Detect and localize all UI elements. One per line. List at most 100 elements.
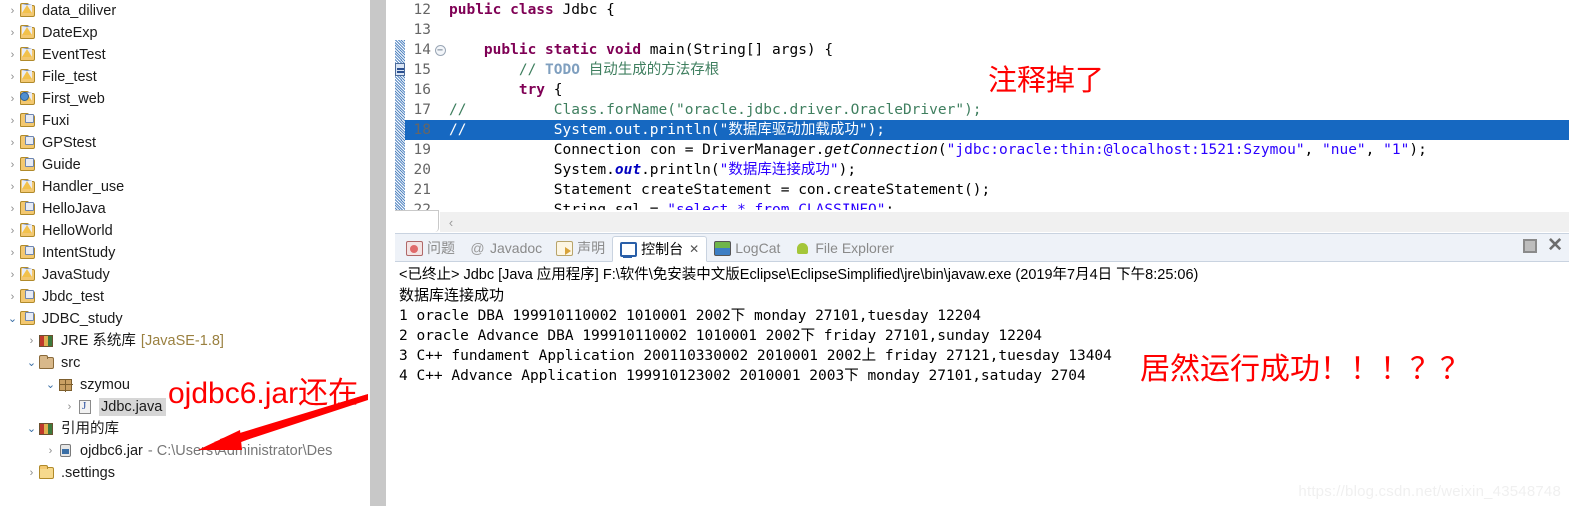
tree-item-label: Handler_use xyxy=(42,179,125,195)
java-project-icon xyxy=(19,289,38,305)
chevron-right-icon[interactable]: › xyxy=(6,5,19,17)
java-project-icon xyxy=(19,157,38,173)
code-line[interactable]: 21 Statement createStatement = con.creat… xyxy=(395,180,1569,200)
code-line[interactable]: 16 try { xyxy=(395,80,1569,100)
chevron-right-icon[interactable]: › xyxy=(44,445,57,457)
chevron-down-icon[interactable]: ⌄ xyxy=(25,423,38,435)
tree-item-hellojava[interactable]: › HelloJava xyxy=(0,198,370,220)
console-icon xyxy=(620,241,638,258)
chevron-right-icon[interactable]: › xyxy=(25,335,38,347)
chevron-right-icon[interactable]: › xyxy=(6,115,19,127)
tree-item-dateexp[interactable]: › DateExp xyxy=(0,22,370,44)
console-tab-bar[interactable]: 问题 @ Javadoc 声明 控制台 ✕ LogCat File Explorer ✕ xyxy=(395,234,1569,262)
tree-item-label: File_test xyxy=(42,69,97,85)
tree-item-jbdc-test[interactable]: › Jbdc_test xyxy=(0,286,370,308)
maximize-icon[interactable] xyxy=(1523,239,1538,253)
chevron-down-icon[interactable]: ⌄ xyxy=(44,379,57,391)
java-project-warning-icon xyxy=(19,3,38,19)
chevron-right-icon[interactable]: › xyxy=(6,181,19,193)
chevron-right-icon[interactable]: › xyxy=(6,27,19,39)
tree-item-helloworld[interactable]: › HelloWorld xyxy=(0,220,370,242)
console-panel-controls[interactable]: ✕ xyxy=(1523,236,1563,255)
annotation-ruler-marker xyxy=(395,120,405,140)
code-line[interactable]: 14− public static void main(String[] arg… xyxy=(395,40,1569,60)
code-text: Connection con = DriverManager.getConnec… xyxy=(449,142,1427,158)
chevron-right-icon[interactable]: › xyxy=(6,247,19,259)
code-line[interactable]: 18 // System.out.println("数据库驱动加载成功"); xyxy=(395,120,1569,140)
chevron-right-icon[interactable]: › xyxy=(6,137,19,149)
annotation-ruler-marker xyxy=(395,20,405,40)
chevron-right-icon[interactable]: › xyxy=(63,401,76,413)
line-number: 12 xyxy=(413,2,431,18)
tab-javadoc[interactable]: @ Javadoc xyxy=(462,235,549,261)
tree-item-fuxi[interactable]: › Fuxi xyxy=(0,110,370,132)
tree-item-data-diliver[interactable]: › data_diliver xyxy=(0,0,370,22)
annotation-comment-note: 注释掉了 xyxy=(988,65,1105,97)
tree-item-intentstudy[interactable]: › IntentStudy xyxy=(0,242,370,264)
chevron-down-icon[interactable]: ⌄ xyxy=(6,313,19,325)
tab-close-icon[interactable]: ✕ xyxy=(689,242,699,256)
tab-logcat[interactable]: LogCat xyxy=(707,235,787,261)
tree-item-first-web[interactable]: › First_web xyxy=(0,88,370,110)
close-icon[interactable]: ✕ xyxy=(1547,236,1563,255)
chevron-right-icon[interactable]: › xyxy=(6,203,19,215)
eclipse-ide-window: › data_diliver › DateExp › EventTest › File_tes… xyxy=(0,0,1569,506)
tree-item-ojdbc6-jar[interactable]: › ojdbc6.jar - C:\Users\Administrator\Des xyxy=(0,440,370,462)
java-project-warning-icon xyxy=(19,25,38,41)
code-text: System.out.println("数据库连接成功"); xyxy=(449,162,857,178)
tree-item-javastudy[interactable]: › JavaStudy xyxy=(0,264,370,286)
code-line[interactable]: 17 // Class.forName("oracle.jdbc.driver.O… xyxy=(395,100,1569,120)
chevron-right-icon[interactable]: › xyxy=(6,159,19,171)
code-text: public static void main(String[] args) { xyxy=(483,42,834,58)
annotation-ruler-marker xyxy=(395,80,405,100)
tree-item-label: JDBC_study xyxy=(42,311,123,327)
chevron-down-icon[interactable]: ⌄ xyxy=(25,357,38,369)
chevron-right-icon[interactable]: › xyxy=(6,269,19,281)
code-line-list[interactable]: 12 public class Jdbc {13 14− public static… xyxy=(395,0,1569,220)
tree-item-label: ojdbc6.jar xyxy=(80,443,143,459)
code-line[interactable]: 19 Connection con = DriverManager.getCon… xyxy=(395,140,1569,160)
tree-item-gpstest[interactable]: › GPStest xyxy=(0,132,370,154)
tree-item-label: szymou xyxy=(80,377,130,393)
code-line[interactable]: 20 System.out.println("数据库连接成功"); xyxy=(395,160,1569,180)
package-explorer-tree[interactable]: › data_diliver › DateExp › EventTest › File_tes… xyxy=(0,0,370,506)
code-line[interactable]: 15 // TODO 自动生成的方法存根 xyxy=(395,60,1569,80)
tab-label: 问题 xyxy=(427,240,455,256)
code-fold-collapse-icon[interactable]: − xyxy=(433,40,447,60)
tab-[interactable]: 问题 xyxy=(399,235,462,261)
chevron-right-icon[interactable]: › xyxy=(6,49,19,61)
chevron-right-icon[interactable]: › xyxy=(6,225,19,237)
chevron-right-icon[interactable]: › xyxy=(25,467,38,479)
tab-[interactable]: 控制台 ✕ xyxy=(612,236,708,262)
code-line[interactable]: 13 xyxy=(395,20,1569,40)
line-number: 17 xyxy=(413,102,431,118)
tree-item-eventtest[interactable]: › EventTest xyxy=(0,44,370,66)
tree-item-jdbc-study[interactable]: ⌄ JDBC_study xyxy=(0,308,370,330)
java-project-icon xyxy=(19,311,38,327)
tab-[interactable]: 声明 xyxy=(549,235,612,261)
chevron-right-icon[interactable]: › xyxy=(6,93,19,105)
code-line[interactable]: 12 public class Jdbc { xyxy=(395,0,1569,20)
tree-item-jre[interactable]: › JRE 系统库 [JavaSE-1.8] xyxy=(0,330,370,352)
tree-item-guide[interactable]: › Guide xyxy=(0,154,370,176)
chevron-right-icon[interactable]: › xyxy=(6,71,19,83)
line-number: 19 xyxy=(413,142,431,158)
explorer-editor-divider[interactable] xyxy=(386,0,395,506)
library-icon xyxy=(38,421,57,437)
tree-item-settings[interactable]: › .settings xyxy=(0,462,370,484)
tree-item-label: DateExp xyxy=(42,25,98,41)
tree-item-file-test[interactable]: › File_test xyxy=(0,66,370,88)
java-project-warning-icon xyxy=(19,267,38,283)
tab-file-explorer[interactable]: File Explorer xyxy=(787,235,901,261)
editor-horizontal-scrollbar[interactable]: ‹ xyxy=(440,212,1569,232)
plain-folder-icon xyxy=(38,465,57,481)
explorer-vertical-scrollbar[interactable] xyxy=(370,0,386,506)
tree-item-handler-use[interactable]: › Handler_use xyxy=(0,176,370,198)
tree-item-[interactable]: ⌄ 引用的库 xyxy=(0,418,370,440)
java-source-editor[interactable]: 12 public class Jdbc {13 14− public static… xyxy=(395,0,1569,232)
chevron-right-icon[interactable]: › xyxy=(6,291,19,303)
java-project-icon xyxy=(19,201,38,217)
java-project-warning-icon xyxy=(19,69,38,85)
tree-item-label: HelloJava xyxy=(42,201,106,217)
scroll-left-icon[interactable]: ‹ xyxy=(440,215,462,230)
